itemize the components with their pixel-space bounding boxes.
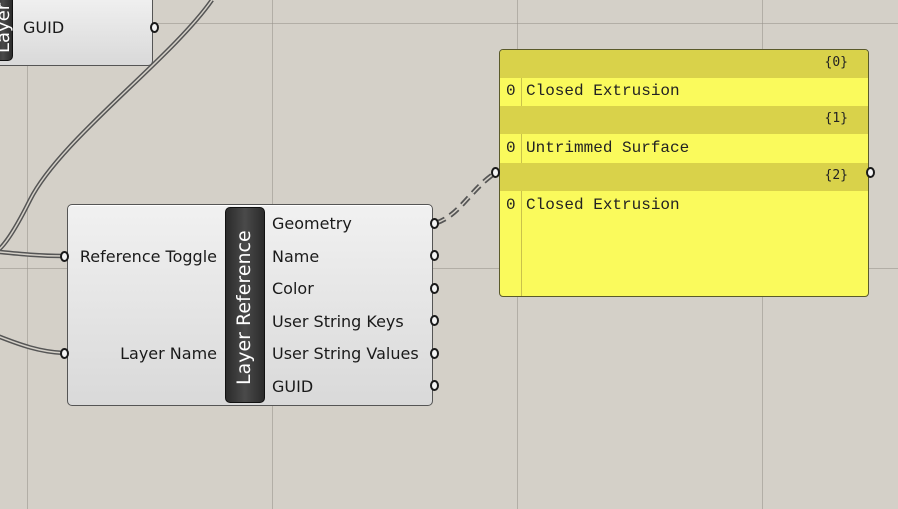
output-guid-port[interactable]	[430, 380, 439, 391]
upper-output-guid: GUID	[23, 18, 65, 37]
list-item: 0 Untrimmed Surface	[500, 135, 868, 161]
branch-path-2: {2}	[824, 168, 848, 183]
branch-header-0: {0}	[500, 50, 868, 78]
output-geometry-label: Geometry	[272, 214, 352, 233]
list-item: 0 Closed Extrusion	[500, 78, 868, 104]
output-color-label: Color	[272, 279, 314, 298]
panel-input-port[interactable]	[491, 167, 500, 178]
row-value: Closed Extrusion	[526, 82, 680, 100]
row-index: 0	[506, 139, 516, 157]
output-user-string-values-port[interactable]	[430, 348, 439, 359]
upper-component-title: Layer	[0, 2, 14, 53]
upper-component[interactable]: Layer GUID	[0, 0, 153, 66]
output-name-port[interactable]	[430, 250, 439, 261]
branch-path-1: {1}	[824, 111, 848, 126]
input-layer-name-port[interactable]	[60, 348, 69, 359]
row-index: 0	[506, 82, 516, 100]
text-panel[interactable]: {0} 0 Closed Extrusion {1} 0 Untrimmed S…	[499, 49, 869, 297]
output-user-string-keys-label: User String Keys	[272, 312, 404, 331]
row-index: 0	[506, 196, 516, 214]
panel-output-port[interactable]	[866, 167, 875, 178]
row-value: Closed Extrusion	[526, 196, 680, 214]
output-guid-label: GUID	[272, 377, 314, 396]
branch-path-0: {0}	[824, 55, 848, 70]
upper-output-guid-port[interactable]	[150, 22, 159, 33]
branch-header-2: {2}	[500, 163, 868, 191]
output-geometry-port[interactable]	[430, 218, 439, 229]
layer-reference-title: Layer Reference	[233, 230, 255, 385]
branch-header-1: {1}	[500, 106, 868, 134]
output-user-string-values-label: User String Values	[272, 344, 419, 363]
input-layer-name-label: Layer Name	[120, 344, 217, 363]
input-reference-toggle-label: Reference Toggle	[79, 247, 217, 266]
input-reference-toggle-port[interactable]	[60, 251, 69, 262]
output-user-string-keys-port[interactable]	[430, 315, 439, 326]
output-color-port[interactable]	[430, 283, 439, 294]
list-item: 0 Closed Extrusion	[500, 192, 868, 218]
output-name-label: Name	[272, 247, 320, 266]
row-value: Untrimmed Surface	[526, 139, 690, 157]
